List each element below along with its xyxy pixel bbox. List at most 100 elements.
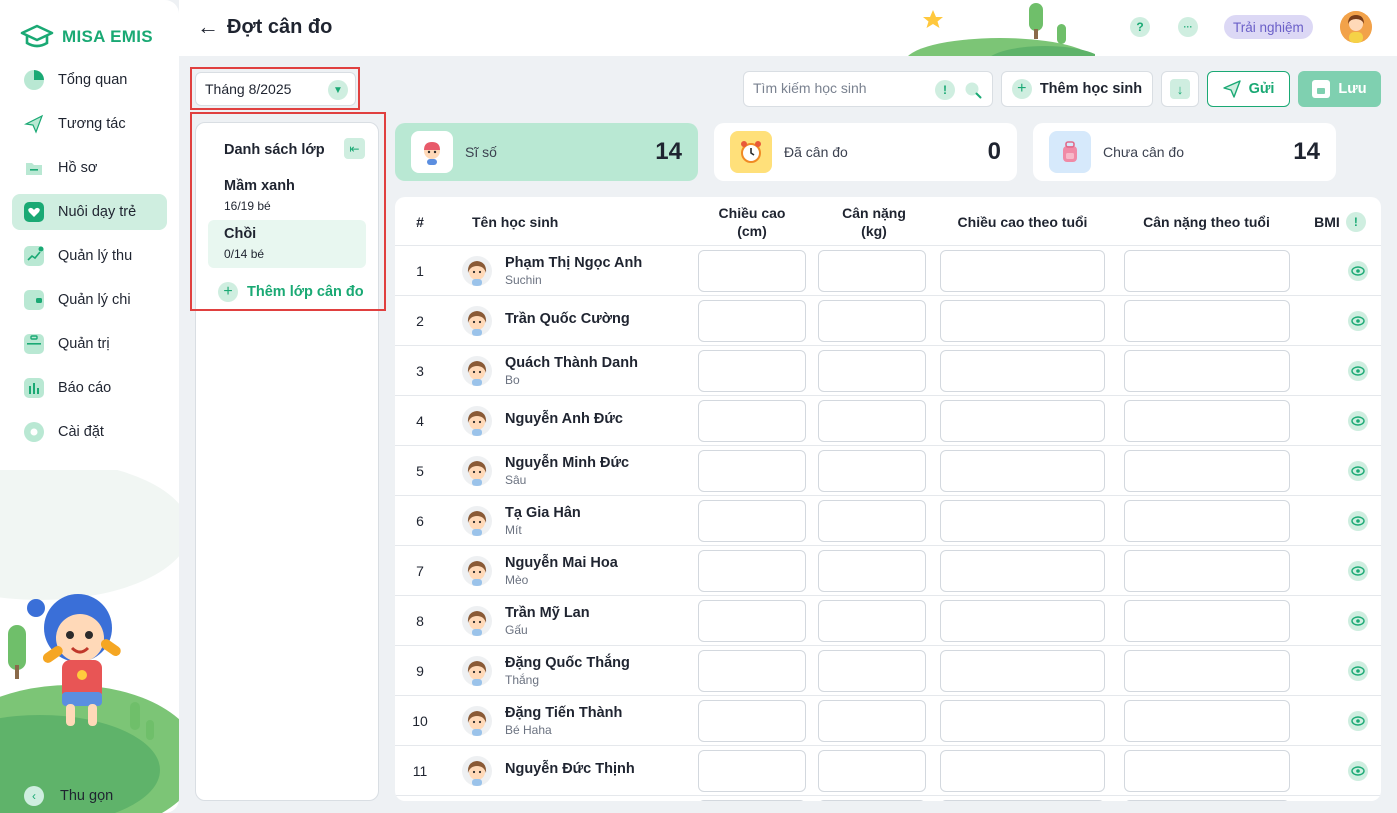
- trial-badge[interactable]: Trải nghiệm: [1224, 15, 1313, 39]
- search-icon[interactable]: [964, 81, 982, 99]
- weight-for-age-input[interactable]: [1124, 550, 1290, 592]
- height-input[interactable]: [698, 800, 806, 801]
- height-for-age-input[interactable]: [940, 550, 1105, 592]
- weight-input[interactable]: [818, 500, 926, 542]
- add-class-button[interactable]: + Thêm lớp cân đo: [218, 282, 364, 302]
- height-for-age-input[interactable]: [940, 300, 1105, 342]
- collapse-panel-icon[interactable]: ⇤: [344, 138, 365, 159]
- student-table: # Tên học sinh Chiều cao (cm) Cân nặng (…: [395, 197, 1381, 801]
- height-for-age-input[interactable]: [940, 600, 1105, 642]
- folder-icon: [24, 158, 44, 178]
- height-input[interactable]: [698, 700, 806, 742]
- send-button[interactable]: Gửi: [1207, 71, 1290, 107]
- weight-for-age-input[interactable]: [1124, 600, 1290, 642]
- height-input[interactable]: [698, 250, 806, 292]
- eye-icon[interactable]: [1348, 511, 1368, 531]
- sidebar-item-ho-so[interactable]: Hồ sơ: [12, 150, 167, 186]
- sidebar-item-quan-ly-chi[interactable]: Quản lý chi: [12, 282, 167, 318]
- add-student-button[interactable]: + Thêm học sinh: [1001, 71, 1153, 107]
- download-button[interactable]: ↓: [1161, 71, 1199, 107]
- weight-input[interactable]: [818, 450, 926, 492]
- eye-icon[interactable]: [1348, 661, 1368, 681]
- back-arrow-icon[interactable]: ←: [197, 16, 219, 38]
- height-for-age-input[interactable]: [940, 500, 1105, 542]
- student-avatar: [462, 706, 492, 736]
- weight-input[interactable]: [818, 800, 926, 801]
- class-name: Chồi: [224, 226, 257, 242]
- weight-for-age-input[interactable]: [1124, 750, 1290, 792]
- weight-input[interactable]: [818, 400, 926, 442]
- sidebar-item-bao-cao[interactable]: Báo cáo: [12, 370, 167, 406]
- save-button[interactable]: Lưu: [1298, 71, 1381, 107]
- height-for-age-input[interactable]: [940, 450, 1105, 492]
- help-icon[interactable]: ?: [1130, 17, 1150, 37]
- height-input[interactable]: [698, 500, 806, 542]
- search-input[interactable]: [753, 80, 933, 96]
- eye-icon[interactable]: [1348, 311, 1368, 331]
- weight-for-age-input[interactable]: [1124, 300, 1290, 342]
- class-item-mam-xanh[interactable]: Mầm xanh 16/19 bé: [208, 172, 366, 220]
- class-item-choi[interactable]: Chồi 0/14 bé: [208, 220, 366, 268]
- user-avatar[interactable]: [1340, 11, 1372, 43]
- weight-for-age-input[interactable]: [1124, 350, 1290, 392]
- weight-input[interactable]: [818, 550, 926, 592]
- weight-for-age-input[interactable]: [1124, 650, 1290, 692]
- eye-icon[interactable]: [1348, 261, 1368, 281]
- eye-icon[interactable]: [1348, 361, 1368, 381]
- sidebar-item-quan-tri[interactable]: Quản trị: [12, 326, 167, 362]
- eye-icon[interactable]: [1348, 461, 1368, 481]
- month-select[interactable]: Tháng 8/2025 ▼: [195, 72, 356, 106]
- row-index: 9: [416, 662, 424, 679]
- weight-input[interactable]: [818, 700, 926, 742]
- bmi-info-icon[interactable]: !: [1345, 211, 1366, 232]
- weight-for-age-input[interactable]: [1124, 450, 1290, 492]
- eye-icon[interactable]: [1348, 611, 1368, 631]
- height-for-age-input[interactable]: [940, 750, 1105, 792]
- class-name: Mầm xanh: [224, 178, 295, 194]
- app-logo[interactable]: MISA EMIS: [20, 24, 153, 50]
- weight-for-age-input[interactable]: [1124, 500, 1290, 542]
- student-nickname: Bé Haha: [505, 723, 552, 737]
- height-for-age-input[interactable]: [940, 250, 1105, 292]
- height-for-age-input[interactable]: [940, 800, 1105, 801]
- graduation-cap-icon: [20, 24, 54, 48]
- more-icon[interactable]: ···: [1178, 17, 1198, 37]
- eye-icon[interactable]: [1348, 761, 1368, 781]
- eye-icon[interactable]: [1348, 561, 1368, 581]
- weight-input[interactable]: [818, 600, 926, 642]
- height-for-age-input[interactable]: [940, 350, 1105, 392]
- height-input[interactable]: [698, 450, 806, 492]
- collapse-sidebar-button[interactable]: ‹ Thu gọn: [24, 786, 113, 806]
- sidebar-item-label: Tổng quan: [58, 72, 128, 88]
- weight-for-age-input[interactable]: [1124, 250, 1290, 292]
- alarm-clock-icon: [730, 131, 772, 173]
- eye-icon[interactable]: [1348, 411, 1368, 431]
- height-input[interactable]: [698, 600, 806, 642]
- height-input[interactable]: [698, 750, 806, 792]
- height-input[interactable]: [698, 300, 806, 342]
- height-input[interactable]: [698, 650, 806, 692]
- weight-input[interactable]: [818, 350, 926, 392]
- weight-input[interactable]: [818, 650, 926, 692]
- weight-for-age-input[interactable]: [1124, 700, 1290, 742]
- weight-input[interactable]: [818, 250, 926, 292]
- sidebar-item-tuong-tac[interactable]: Tương tác: [12, 106, 167, 142]
- height-for-age-input[interactable]: [940, 650, 1105, 692]
- weight-for-age-input[interactable]: [1124, 800, 1290, 801]
- weight-input[interactable]: [818, 300, 926, 342]
- height-for-age-input[interactable]: [940, 400, 1105, 442]
- height-for-age-input[interactable]: [940, 700, 1105, 742]
- weight-input[interactable]: [818, 750, 926, 792]
- height-input[interactable]: [698, 400, 806, 442]
- sidebar-item-tong-quan[interactable]: Tổng quan: [12, 62, 167, 98]
- col-header-weight: Cân nặng (kg): [842, 204, 906, 239]
- height-input[interactable]: [698, 350, 806, 392]
- table-header: # Tên học sinh Chiều cao (cm) Cân nặng (…: [395, 197, 1381, 246]
- eye-icon[interactable]: [1348, 711, 1368, 731]
- sidebar-item-cai-dat[interactable]: Cài đặt: [12, 414, 167, 450]
- student-avatar: [462, 556, 492, 586]
- height-input[interactable]: [698, 550, 806, 592]
- weight-for-age-input[interactable]: [1124, 400, 1290, 442]
- sidebar-item-quan-ly-thu[interactable]: Quản lý thu: [12, 238, 167, 274]
- sidebar-item-nuoi-day-tre[interactable]: Nuôi dạy trẻ: [12, 194, 167, 230]
